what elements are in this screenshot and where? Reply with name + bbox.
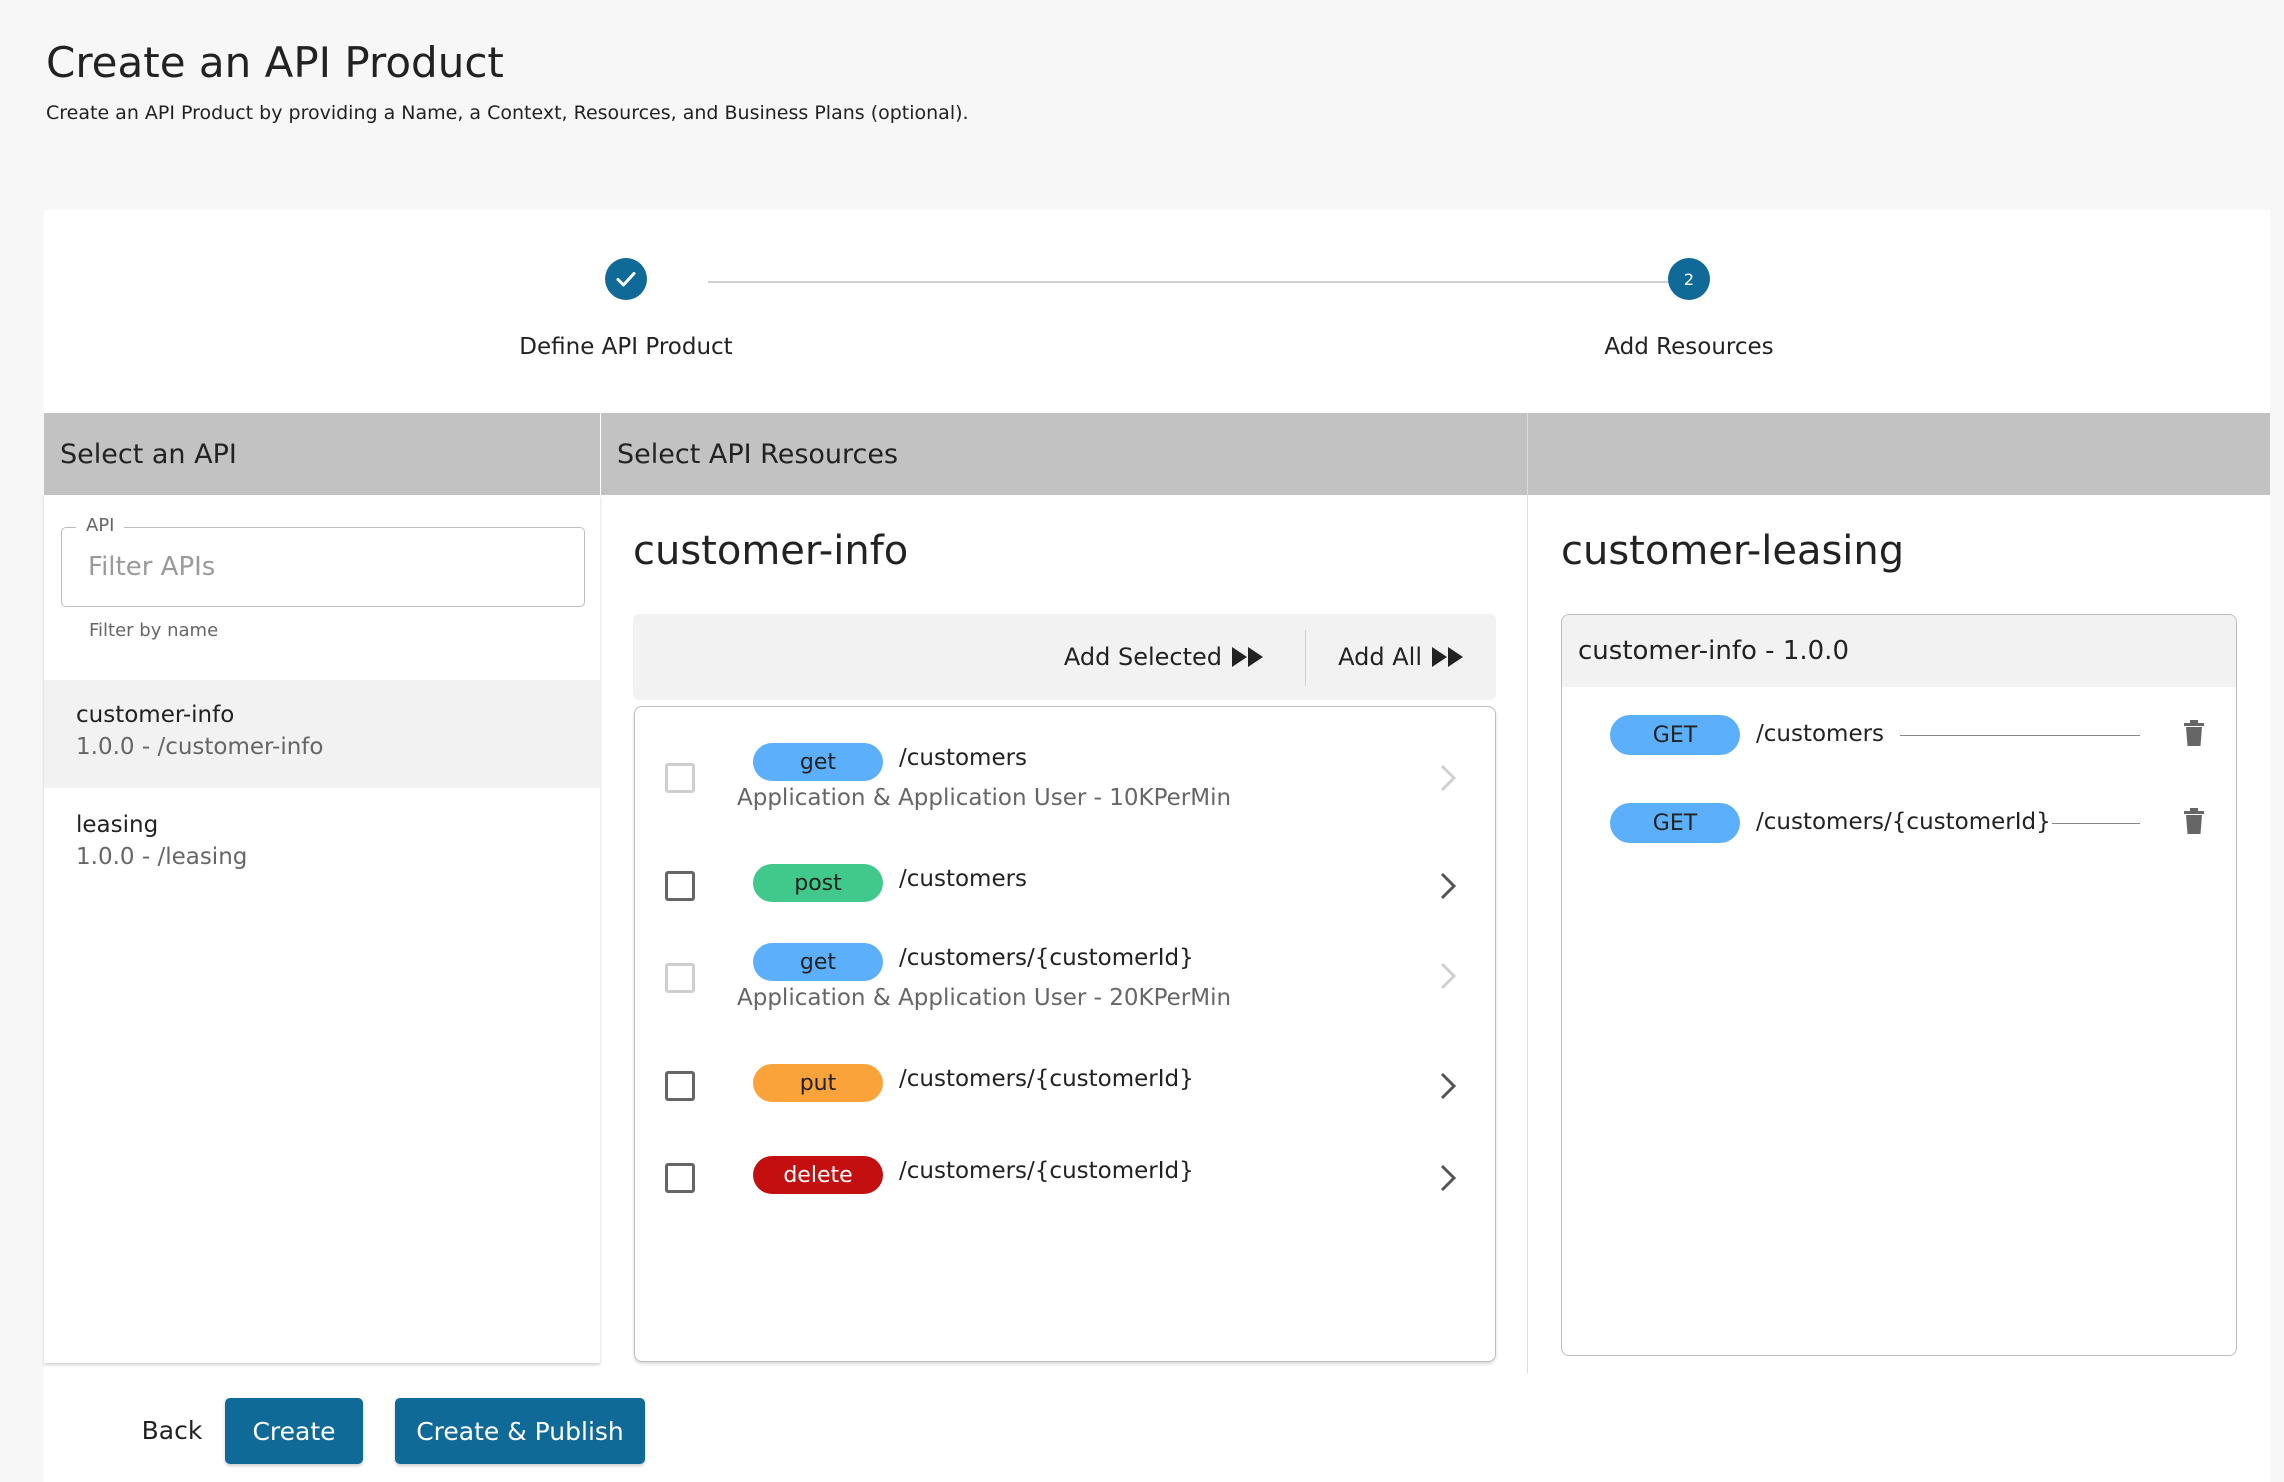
resource-path: /customers bbox=[899, 866, 1028, 892]
chevron-right-icon[interactable] bbox=[1439, 961, 1457, 991]
product-resource-row: GET /customers bbox=[1562, 713, 2236, 757]
api-item-name: customer-info bbox=[76, 702, 235, 728]
api-filter-input[interactable] bbox=[62, 528, 584, 606]
select-resources-header: Select API Resources bbox=[601, 413, 1527, 495]
resource-checkbox[interactable] bbox=[665, 763, 695, 793]
trash-icon[interactable] bbox=[2182, 807, 2206, 835]
resource-throttling-policy: Application & Application User - 20KPerM… bbox=[737, 985, 1232, 1011]
resource-checkbox[interactable] bbox=[665, 963, 695, 993]
api-product-name: customer-leasing bbox=[1561, 528, 1905, 574]
method-badge-delete: delete bbox=[753, 1156, 883, 1194]
resource-path: /customers/{customerId} bbox=[899, 945, 1194, 971]
api-item-name: leasing bbox=[76, 812, 159, 838]
resource-checkbox[interactable] bbox=[665, 871, 695, 901]
chevron-right-icon[interactable] bbox=[1439, 1071, 1457, 1101]
page-subtitle: Create an API Product by providing a Nam… bbox=[46, 102, 969, 124]
chevron-right-icon[interactable] bbox=[1439, 763, 1457, 793]
method-badge-get: GET bbox=[1610, 715, 1740, 755]
wizard-card: 2 Define API Product Add Resources Selec… bbox=[44, 210, 2270, 1482]
api-list-item-customer-info[interactable]: customer-info 1.0.0 - /customer-info bbox=[44, 680, 600, 788]
product-resource-row: GET /customers/{customerId} bbox=[1562, 801, 2236, 845]
resource-action-bar: Add Selected Add All bbox=[633, 614, 1496, 700]
resource-list: get /customers Application & Application… bbox=[634, 706, 1496, 1362]
api-filter-field: API bbox=[61, 515, 585, 607]
step-define-api-product bbox=[605, 258, 647, 300]
resource-row[interactable]: delete /customers/{customerId} bbox=[635, 1107, 1495, 1199]
resource-row[interactable]: put /customers/{customerId} bbox=[635, 1017, 1495, 1107]
resource-row[interactable]: get /customers/{customerId} Application … bbox=[635, 907, 1495, 1017]
check-icon bbox=[616, 272, 636, 287]
add-selected-button[interactable]: Add Selected bbox=[1064, 614, 1266, 700]
resource-path: /customers bbox=[899, 745, 1028, 771]
add-all-label: Add All bbox=[1338, 643, 1422, 671]
create-and-publish-button[interactable]: Create & Publish bbox=[395, 1398, 645, 1464]
resource-checkbox[interactable] bbox=[665, 1163, 695, 1193]
resource-row[interactable]: post /customers bbox=[635, 817, 1495, 907]
trash-icon[interactable] bbox=[2182, 719, 2206, 747]
product-resource-path: /customers/{customerId} bbox=[1756, 809, 2051, 835]
resource-connector-line bbox=[2052, 823, 2140, 824]
add-selected-label: Add Selected bbox=[1063, 643, 1222, 671]
fast-forward-icon bbox=[1432, 647, 1463, 667]
column-divider bbox=[1527, 413, 1528, 1373]
create-button[interactable]: Create bbox=[225, 1398, 363, 1464]
action-divider bbox=[1305, 630, 1306, 686]
method-badge-put: put bbox=[753, 1064, 883, 1102]
page-title: Create an API Product bbox=[46, 38, 504, 87]
chevron-right-icon[interactable] bbox=[1439, 1163, 1457, 1193]
step-label-add-resources: Add Resources bbox=[1604, 334, 1774, 360]
product-resource-path: /customers bbox=[1756, 721, 1885, 747]
method-badge-post: post bbox=[753, 864, 883, 902]
selected-api-title: customer-info bbox=[633, 528, 909, 574]
resource-path: /customers/{customerId} bbox=[899, 1158, 1194, 1184]
step-add-resources: 2 bbox=[1668, 258, 1710, 300]
method-badge-get: get bbox=[753, 943, 883, 981]
method-badge-get: get bbox=[753, 743, 883, 781]
resource-connector-line bbox=[1900, 735, 2140, 736]
select-api-header: Select an API bbox=[44, 413, 600, 495]
stepper-connector bbox=[708, 281, 1692, 283]
product-resource-list: customer-info - 1.0.0 GET /customers GET… bbox=[1561, 614, 2237, 1356]
product-api-group-title: customer-info - 1.0.0 bbox=[1562, 615, 2236, 687]
resource-row[interactable]: get /customers Application & Application… bbox=[635, 707, 1495, 817]
resource-path: /customers/{customerId} bbox=[899, 1066, 1194, 1092]
api-item-version-context: 1.0.0 - /leasing bbox=[76, 844, 248, 870]
chevron-right-icon[interactable] bbox=[1439, 871, 1457, 901]
resource-checkbox[interactable] bbox=[665, 1071, 695, 1101]
api-filter-helper: Filter by name bbox=[89, 620, 219, 641]
resource-throttling-policy: Application & Application User - 10KPerM… bbox=[737, 785, 1232, 811]
add-all-button[interactable]: Add All bbox=[1338, 614, 1466, 700]
step-label-define-api-product: Define API Product bbox=[519, 334, 733, 360]
api-item-version-context: 1.0.0 - /customer-info bbox=[76, 734, 324, 760]
product-resources-header bbox=[1528, 413, 2270, 495]
back-button[interactable]: Back bbox=[102, 1398, 242, 1462]
api-list-panel: API Filter by name customer-info 1.0.0 -… bbox=[44, 495, 600, 1363]
method-badge-get: GET bbox=[1610, 803, 1740, 843]
api-list-item-leasing[interactable]: leasing 1.0.0 - /leasing bbox=[44, 790, 600, 898]
fast-forward-icon bbox=[1232, 647, 1263, 667]
